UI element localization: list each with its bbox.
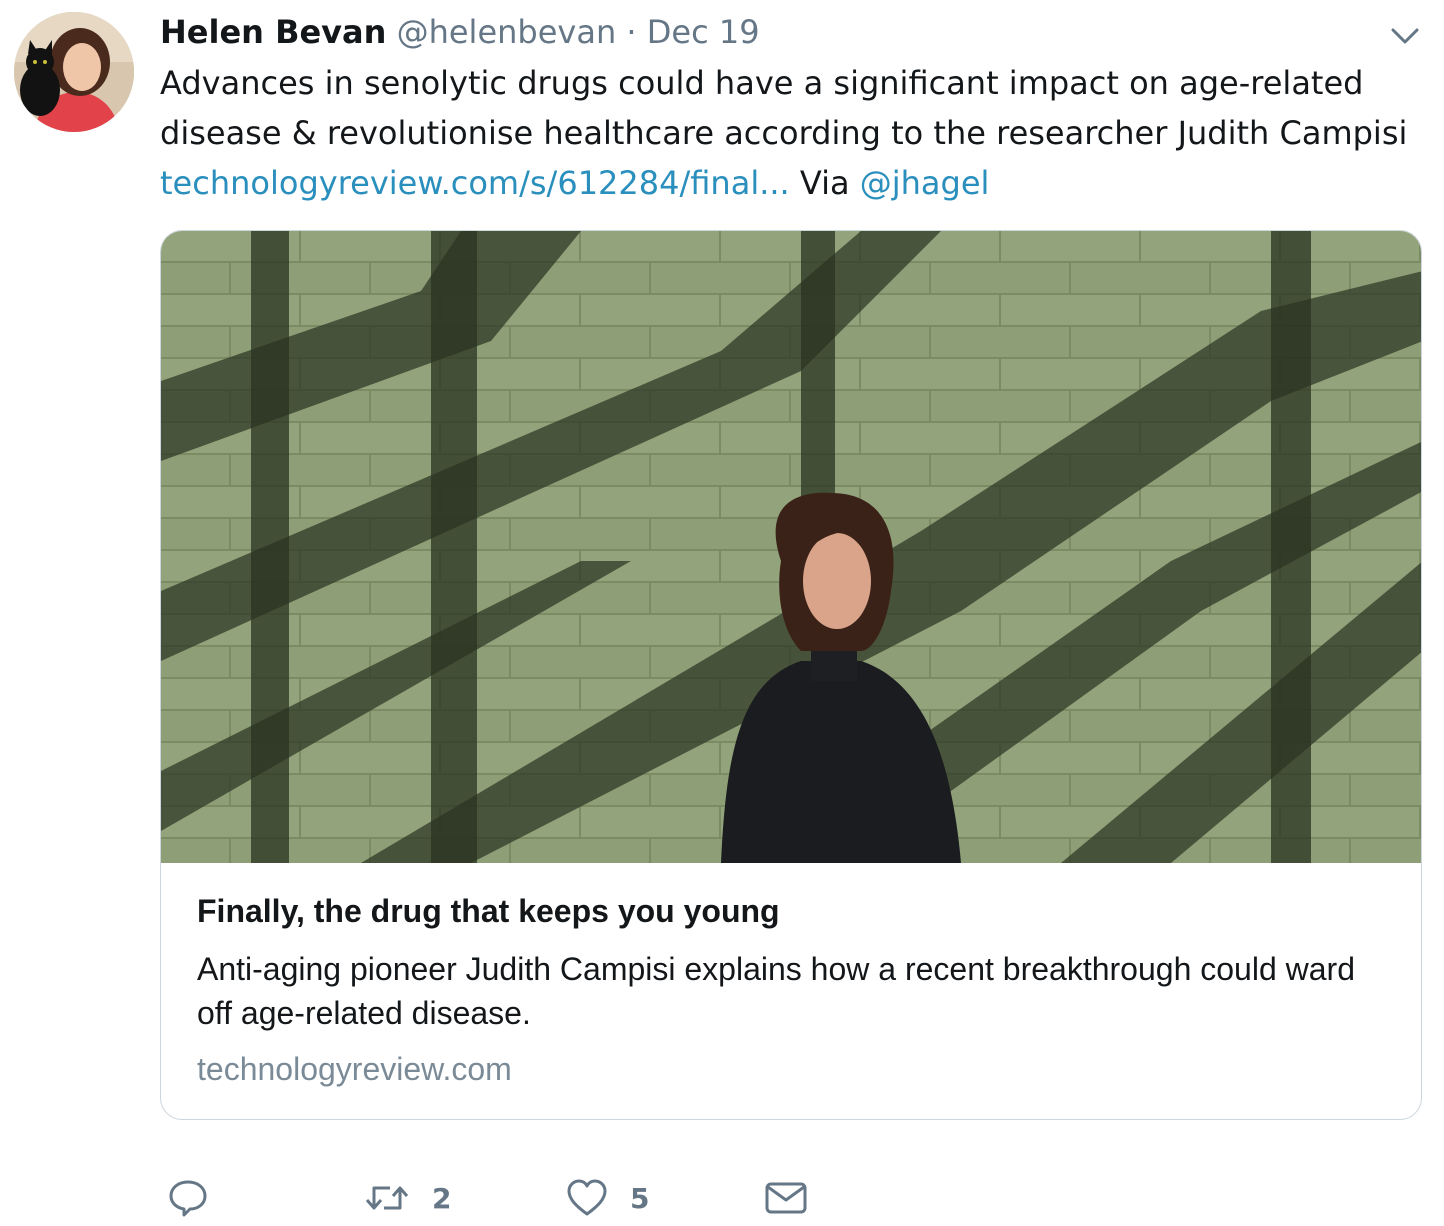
chevron-down-icon[interactable] bbox=[1388, 20, 1422, 50]
retweet-count: 2 bbox=[432, 1181, 452, 1215]
card-image bbox=[161, 231, 1421, 863]
tweet-actions: 2 5 bbox=[160, 1170, 1422, 1226]
card-title: Finally, the drug that keeps you young bbox=[197, 893, 780, 929]
author-handle[interactable]: @helenbevan bbox=[397, 13, 617, 51]
via-text: Via bbox=[789, 164, 860, 202]
link-card[interactable]: Finally, the drug that keeps you young A… bbox=[160, 230, 1422, 1120]
tweet-link[interactable]: technologyreview.com/s/612284/final... bbox=[160, 164, 790, 202]
tweet-text-line: disease & revolutionise healthcare accor… bbox=[160, 114, 1408, 152]
tweet-text-line: technologyreview.com/s/612284/final... V… bbox=[160, 158, 1420, 208]
tweet-text: Advances in senolytic drugs could have a… bbox=[160, 58, 1420, 208]
heart-icon bbox=[567, 1179, 607, 1216]
card-domain: technologyreview.com bbox=[197, 1051, 512, 1087]
tweet-date[interactable]: Dec 19 bbox=[647, 13, 760, 51]
card-description: Anti-aging pioneer Judith Campisi explai… bbox=[197, 951, 1355, 1031]
envelope-icon bbox=[765, 1182, 807, 1214]
reply-icon bbox=[169, 1180, 207, 1217]
avatar[interactable] bbox=[14, 12, 134, 132]
direct-message-button[interactable] bbox=[764, 1170, 808, 1226]
card-body: Finally, the drug that keeps you young A… bbox=[197, 863, 1397, 1089]
header-separator: · bbox=[626, 13, 637, 51]
like-button[interactable]: 5 bbox=[566, 1170, 649, 1226]
tweet-text-line: Advances in senolytic drugs could have a… bbox=[160, 64, 1364, 102]
mention-link[interactable]: @jhagel bbox=[860, 164, 990, 202]
like-count: 5 bbox=[630, 1181, 650, 1215]
reply-button[interactable] bbox=[168, 1170, 208, 1226]
tweet-header: Helen Bevan @helenbevan · Dec 19 bbox=[160, 10, 760, 54]
retweet-icon bbox=[365, 1186, 409, 1210]
avatar-photo bbox=[14, 12, 134, 132]
author-name[interactable]: Helen Bevan bbox=[160, 13, 386, 51]
retweet-button[interactable]: 2 bbox=[364, 1170, 451, 1226]
